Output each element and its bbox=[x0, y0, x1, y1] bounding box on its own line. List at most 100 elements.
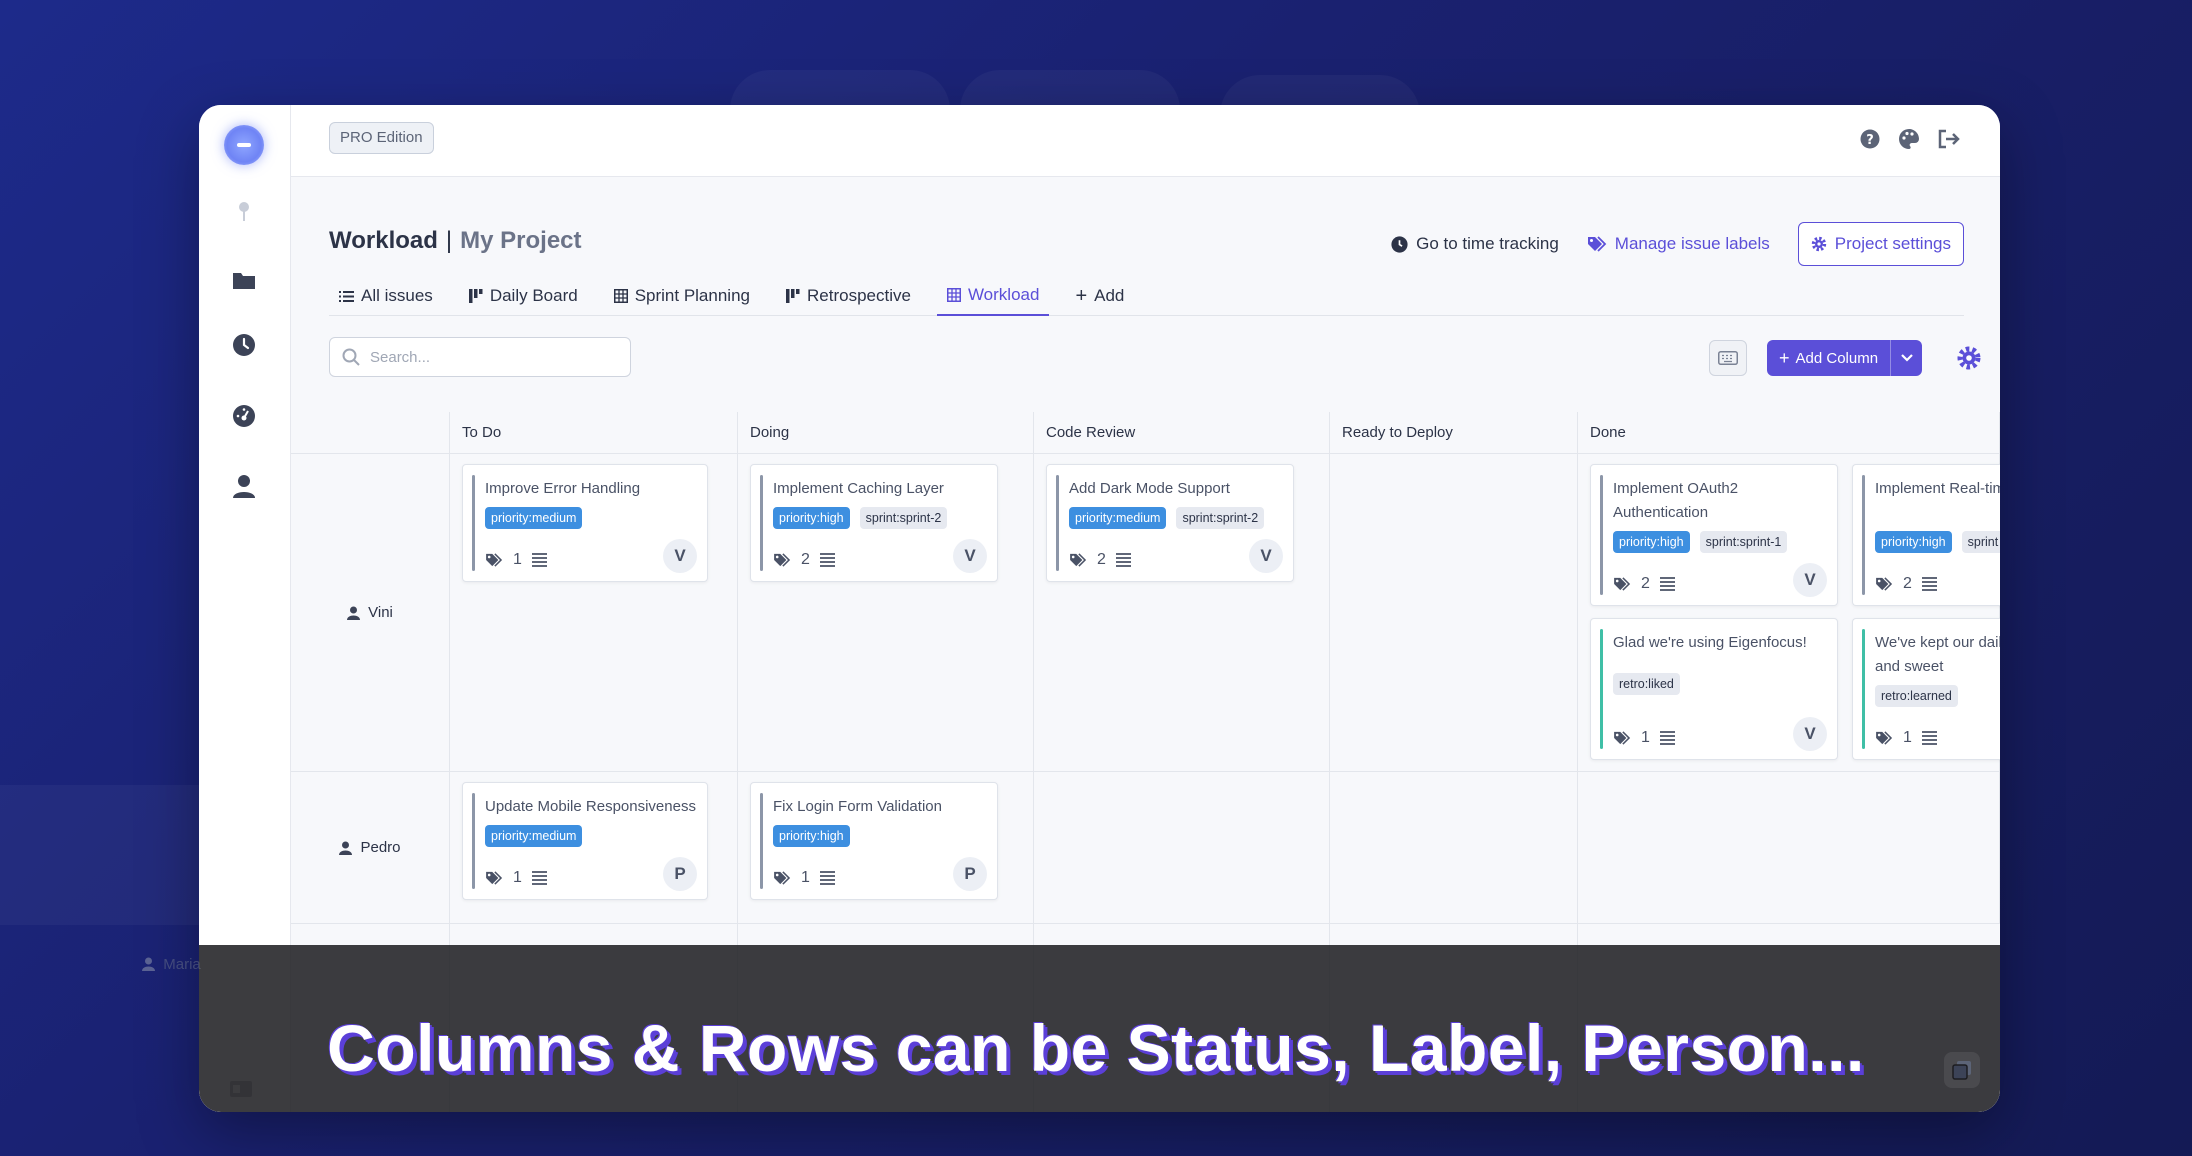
caption-text: Columns & Rows can be Status, Label, Per… bbox=[327, 1011, 1865, 1085]
label-tag: priority:high bbox=[773, 507, 850, 529]
issue-card[interactable]: Implement Real-time Notifications priori… bbox=[1852, 464, 2000, 606]
tab-all-issues[interactable]: All issues bbox=[329, 276, 443, 316]
gear-icon bbox=[1957, 346, 1981, 370]
label-tag: priority:high bbox=[1875, 531, 1952, 553]
column-header-done: Done bbox=[1578, 412, 2000, 454]
board-settings-button[interactable] bbox=[1951, 340, 1987, 376]
page-title: Workload | My Project bbox=[329, 227, 582, 255]
label-count: 2 bbox=[801, 551, 810, 568]
label-tag: retro:learned bbox=[1875, 685, 1958, 707]
description-icon bbox=[531, 553, 547, 567]
description-icon bbox=[819, 553, 835, 567]
description-icon bbox=[1115, 553, 1131, 567]
issue-title: Improve Error Handling bbox=[485, 480, 641, 497]
app-logo[interactable] bbox=[224, 125, 264, 165]
project-settings-label: Project settings bbox=[1834, 234, 1951, 253]
issue-footer: 1 bbox=[485, 551, 547, 569]
board-cell bbox=[1578, 772, 2000, 924]
issue-tags: priority:high sprint:sprint-1 bbox=[1613, 531, 1788, 553]
issue-card[interactable]: We've kept our daily short and sweet ret… bbox=[1852, 618, 2000, 760]
search-input[interactable] bbox=[370, 348, 610, 366]
tab-sprint-planning[interactable]: Sprint Planning bbox=[604, 276, 760, 316]
issue-tags: priority:high bbox=[773, 825, 850, 847]
issue-card[interactable]: Add Dark Mode Support priority:medium sp… bbox=[1046, 464, 1294, 582]
tags-icon bbox=[1876, 577, 1893, 591]
assignee-avatar[interactable]: V bbox=[1793, 717, 1827, 751]
column-header-doing: Doing bbox=[738, 412, 1034, 454]
project-name: My Project bbox=[460, 227, 582, 254]
assignee-avatar[interactable]: V bbox=[1249, 539, 1283, 573]
keyboard-shortcuts-button[interactable] bbox=[1709, 340, 1747, 376]
tab-add[interactable]: + Add bbox=[1065, 276, 1134, 316]
board-cell bbox=[1330, 454, 1578, 772]
issue-card[interactable]: Improve Error Handling priority:medium 1… bbox=[462, 464, 708, 582]
label-tag: priority:medium bbox=[485, 507, 583, 529]
assignee-avatar[interactable]: P bbox=[663, 857, 697, 891]
gear-icon bbox=[1811, 236, 1826, 252]
dashboard-icon[interactable] bbox=[229, 401, 259, 431]
clock-icon[interactable] bbox=[229, 330, 259, 360]
row-label-text: Maria bbox=[163, 955, 201, 973]
manage-labels-label: Manage issue labels bbox=[1614, 234, 1770, 253]
issue-tags: priority:medium sprint:sprint-2 bbox=[1069, 507, 1265, 529]
issue-footer: 2 bbox=[773, 551, 835, 569]
issue-card[interactable]: Update Mobile Responsiveness priority:me… bbox=[462, 782, 708, 900]
issue-title: Fix Login Form Validation bbox=[773, 798, 942, 815]
tab-label: Sprint Planning bbox=[634, 286, 750, 305]
top-bar: PRO Edition ? bbox=[291, 105, 2000, 177]
label-tag: sprint bbox=[1961, 531, 2000, 553]
tab-label: All issues bbox=[361, 286, 433, 305]
assignee-avatar[interactable]: V bbox=[1793, 563, 1827, 597]
board-cell bbox=[1034, 772, 1330, 924]
tags-icon bbox=[1070, 553, 1087, 567]
palette-icon[interactable] bbox=[1895, 125, 1923, 153]
description-icon bbox=[1659, 731, 1675, 745]
assignee-avatar[interactable]: V bbox=[953, 539, 987, 573]
issue-card[interactable]: Glad we're using Eigenfocus! retro:liked… bbox=[1590, 618, 1838, 760]
add-column-dropdown[interactable] bbox=[1890, 340, 1922, 376]
issue-card[interactable]: Implement Caching Layer priority:high sp… bbox=[750, 464, 998, 582]
folder-icon[interactable] bbox=[229, 265, 259, 295]
user-icon bbox=[347, 606, 361, 620]
label-count: 1 bbox=[801, 869, 810, 886]
manage-labels-link[interactable]: Manage issue labels bbox=[1587, 234, 1770, 254]
column-header-code-review: Code Review bbox=[1034, 412, 1330, 454]
background-shape bbox=[0, 785, 220, 925]
time-tracking-link[interactable]: Go to time tracking bbox=[1391, 234, 1559, 254]
label-tag: sprint:sprint-1 bbox=[1699, 531, 1788, 553]
add-column-split-button: + Add Column bbox=[1767, 340, 1923, 376]
issue-title: Implement OAuth2 Authentication bbox=[1613, 480, 1739, 521]
plus-icon: + bbox=[1075, 285, 1088, 307]
list-icon bbox=[339, 290, 354, 302]
column-header-todo: To Do bbox=[450, 412, 738, 454]
label-tag: retro:liked bbox=[1613, 673, 1680, 695]
kanban-icon bbox=[786, 289, 800, 303]
page-title-main: Workload bbox=[329, 227, 438, 254]
column-header-ready-to-deploy: Ready to Deploy bbox=[1330, 412, 1578, 454]
logout-icon[interactable] bbox=[1935, 125, 1963, 153]
issue-footer: 2 bbox=[1069, 551, 1131, 569]
tab-workload[interactable]: Workload bbox=[936, 276, 1050, 316]
issue-card[interactable]: Fix Login Form Validation priority:high … bbox=[750, 782, 998, 900]
assignee-avatar[interactable]: P bbox=[953, 857, 987, 891]
add-column-button[interactable]: + Add Column bbox=[1767, 340, 1890, 376]
label-count: 1 bbox=[1641, 729, 1650, 746]
issue-card[interactable]: Implement OAuth2 Authentication priority… bbox=[1590, 464, 1838, 606]
tab-retrospective[interactable]: Retrospective bbox=[776, 276, 921, 316]
pin-icon[interactable] bbox=[229, 197, 259, 227]
search-icon bbox=[342, 348, 360, 366]
title-separator: | bbox=[445, 227, 453, 254]
project-settings-button[interactable]: Project settings bbox=[1797, 222, 1964, 266]
assignee-avatar[interactable]: V bbox=[663, 539, 697, 573]
grid-icon bbox=[613, 289, 628, 303]
page-actions: Go to time tracking Manage issue labels … bbox=[1391, 222, 1964, 266]
tab-daily-board[interactable]: Daily Board bbox=[459, 276, 588, 316]
kanban-icon bbox=[468, 289, 483, 303]
issue-title: Implement Real-time Notifications bbox=[1875, 480, 2000, 497]
label-tag: sprint:sprint-2 bbox=[859, 507, 948, 529]
issue-title: Update Mobile Responsiveness bbox=[485, 798, 696, 815]
issue-title: Implement Caching Layer bbox=[773, 480, 944, 497]
user-icon[interactable] bbox=[229, 471, 259, 501]
help-icon[interactable]: ? bbox=[1856, 125, 1884, 153]
svg-text:?: ? bbox=[1866, 133, 1874, 148]
